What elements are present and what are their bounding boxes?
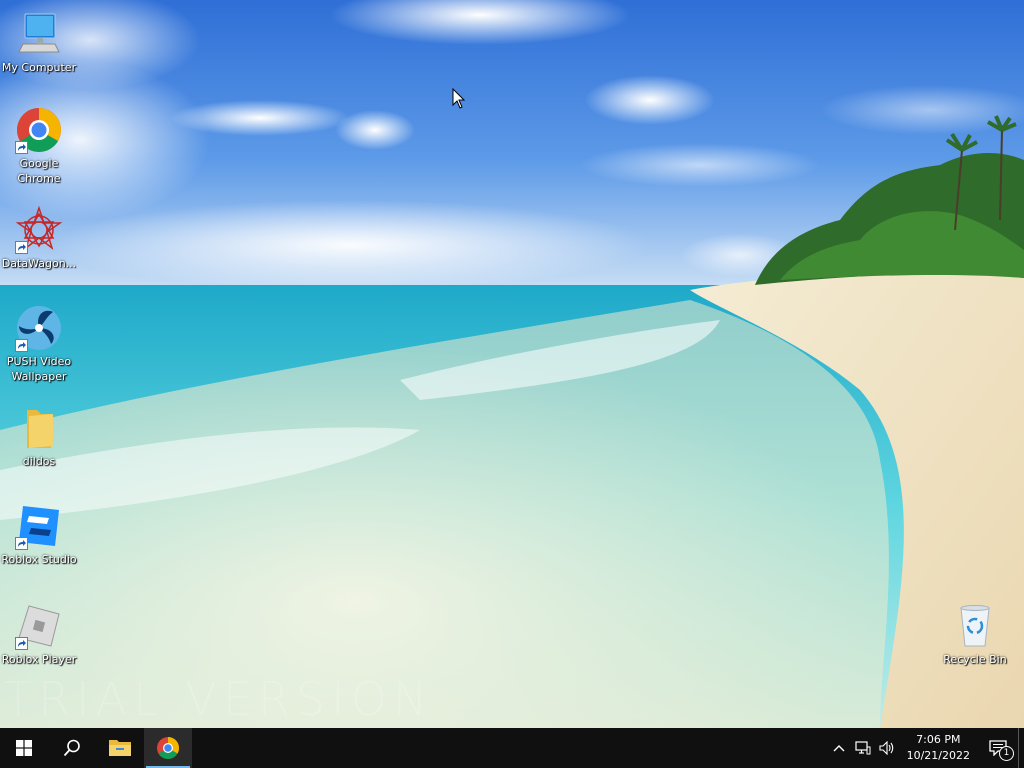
shortcut-arrow-icon [15, 537, 28, 550]
network-button[interactable] [851, 728, 875, 768]
chrome-icon [15, 106, 63, 154]
chrome-icon [157, 737, 179, 759]
shortcut-arrow-icon [15, 637, 28, 650]
datawagon-icon [15, 205, 63, 254]
windows-start-icon [16, 740, 32, 756]
push-video-wallpaper-icon [15, 304, 63, 352]
roblox-player-icon [15, 602, 63, 650]
show-desktop-button[interactable] [1018, 728, 1024, 768]
shortcut-arrow-icon [15, 241, 28, 254]
desktop-icon-datawagon[interactable]: DataWagon... [0, 205, 78, 271]
desktop-icon-dildos-folder[interactable]: dildos [0, 404, 78, 469]
recycle-bin-icon [951, 602, 999, 650]
file-explorer-icon [109, 740, 131, 756]
action-center-button[interactable]: 1 [978, 728, 1018, 768]
desktop-icon-roblox-player[interactable]: Roblox Player [0, 602, 78, 667]
clock-button[interactable]: 7:06 PM 10/21/2022 [899, 732, 978, 764]
desktop-icon-label: My Computer [1, 61, 77, 74]
desktop-wallpaper [0, 0, 1024, 728]
show-hidden-icons-button[interactable] [827, 728, 851, 768]
desktop-icon-label: Recycle Bin [943, 653, 1007, 666]
trial-version-watermark: TRIAL VERSION [4, 672, 434, 726]
desktop-icon-push-video-wallpaper[interactable]: PUSH Video Wallpaper [0, 304, 78, 384]
start-button[interactable] [0, 728, 48, 768]
system-tray: 7:06 PM 10/21/2022 1 [827, 728, 1024, 768]
notification-count-badge: 1 [999, 746, 1014, 761]
desktop-icon-label: PUSH Video Wallpaper [6, 355, 72, 383]
chevron-up-icon [833, 745, 845, 752]
desktop-icon-label: DataWagon... [1, 257, 77, 270]
desktop-icon-google-chrome[interactable]: Google Chrome [0, 106, 78, 186]
search-button[interactable] [48, 728, 96, 768]
roblox-studio-icon [15, 502, 63, 550]
desktop-icon-my-computer[interactable]: My Computer [0, 10, 78, 75]
desktop-icon-label: Roblox Studio [1, 553, 77, 566]
network-icon [854, 741, 871, 755]
volume-button[interactable] [875, 728, 899, 768]
search-icon [63, 739, 80, 757]
taskbar: 7:06 PM 10/21/2022 1 [0, 728, 1024, 768]
desktop-icon-label: Roblox Player [1, 653, 77, 666]
desktop-icon-roblox-studio[interactable]: Roblox Studio [0, 502, 78, 567]
taskbar-chrome[interactable] [144, 728, 192, 768]
shortcut-arrow-icon [15, 339, 28, 352]
mouse-cursor-icon [452, 88, 466, 109]
shortcut-arrow-icon [15, 141, 28, 154]
desktop-icon-recycle-bin[interactable]: Recycle Bin [936, 602, 1014, 667]
computer-icon [15, 10, 63, 58]
folder-icon [15, 404, 63, 452]
desktop-icon-label: dildos [22, 455, 56, 468]
clock-time: 7:06 PM [916, 733, 961, 746]
taskbar-file-explorer[interactable] [96, 728, 144, 768]
desktop-icon-label: Google Chrome [17, 157, 61, 185]
volume-icon [879, 741, 893, 755]
clock-date: 10/21/2022 [906, 749, 970, 762]
